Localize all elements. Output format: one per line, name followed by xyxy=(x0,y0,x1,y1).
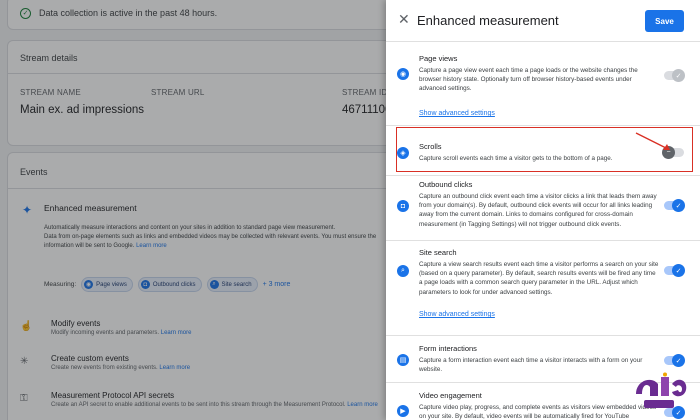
check-icon: ✓ xyxy=(672,354,685,367)
watermark-logo xyxy=(630,372,692,408)
play-icon: ▶ xyxy=(397,405,409,417)
video-engagement-toggle[interactable]: ✓ xyxy=(664,406,685,419)
watermark-tag xyxy=(644,400,674,408)
site-search-toggle[interactable]: ✓ xyxy=(664,264,685,277)
show-advanced-settings-link[interactable]: Show advanced settings xyxy=(419,110,495,117)
close-icon[interactable]: ✕ xyxy=(398,12,410,26)
check-icon: ✓ xyxy=(672,199,685,212)
drawer-title: Enhanced measurement xyxy=(417,13,559,28)
form-icon: ▤ xyxy=(397,354,409,366)
show-advanced-settings-link[interactable]: Show advanced settings xyxy=(419,311,495,318)
drawer-header: ✕ Enhanced measurement Save xyxy=(386,0,700,42)
outbound-clicks-toggle[interactable]: ✓ xyxy=(664,199,685,212)
enhanced-measurement-drawer: ✕ Enhanced measurement Save ◉ Page views… xyxy=(386,0,700,420)
save-button[interactable]: Save xyxy=(645,10,684,32)
search-icon: ⌕ xyxy=(397,265,409,277)
form-interactions-toggle[interactable]: ✓ xyxy=(664,354,685,367)
check-icon: ✓ xyxy=(672,69,685,82)
annotation-arrow-icon xyxy=(635,132,670,150)
page-views-toggle[interactable]: ✓ xyxy=(664,69,685,82)
lock-icon: ◘ xyxy=(397,200,409,212)
check-icon: ✓ xyxy=(672,264,685,277)
logo-icon xyxy=(636,372,687,397)
eye-icon: ◉ xyxy=(397,68,409,80)
